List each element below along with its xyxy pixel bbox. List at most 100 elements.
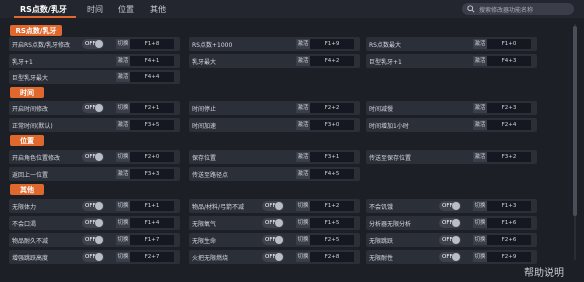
tab-time[interactable]: 时间 — [87, 4, 103, 15]
hotkey-field[interactable]: F1+1 — [130, 201, 174, 211]
action-button[interactable]: 激活 — [473, 120, 487, 130]
hotkey-field[interactable]: F2+8 — [310, 252, 354, 262]
action-button[interactable]: 切换 — [296, 201, 310, 211]
tab-position[interactable]: 位置 — [118, 4, 134, 15]
hotkey-field[interactable]: F3+3 — [130, 169, 174, 179]
hotkey-field[interactable]: F3+5 — [130, 120, 174, 130]
cheat-toggle[interactable]: OFF — [82, 201, 104, 211]
hotkey-field[interactable]: F1+2 — [310, 201, 354, 211]
hotkey-field[interactable]: F1+7 — [130, 235, 174, 245]
action-button[interactable]: 切换 — [116, 201, 130, 211]
action-button[interactable]: 切换 — [296, 252, 310, 262]
action-button[interactable]: 激活 — [296, 103, 310, 113]
toggle-knob — [95, 40, 103, 48]
hotkey-field[interactable]: F2+5 — [310, 235, 354, 245]
section-header-other: 其他 — [10, 184, 44, 195]
hotkey-field[interactable]: F2+2 — [310, 103, 354, 113]
cheat-toggle[interactable]: OFF — [82, 218, 104, 228]
action-button[interactable]: 激活 — [296, 56, 310, 66]
action-button[interactable]: 切换 — [116, 235, 130, 245]
cheat-toggle[interactable]: OFF — [82, 235, 104, 245]
cheat-row-rs-max: RS点数最大 激活 F1+0 — [366, 37, 537, 51]
hotkey-field[interactable]: F1+4 — [130, 218, 174, 228]
cheat-row-no-thirst: 不会口渴 OFF 切换 F1+4 — [9, 216, 180, 230]
cheat-label: 分析器无限分析 — [369, 221, 412, 228]
cheat-toggle[interactable]: OFF — [262, 252, 284, 262]
cheat-row-time-fast: 时间加速 激活 F3+0 — [189, 118, 360, 132]
hotkey-field[interactable]: F4+4 — [130, 72, 174, 82]
action-button[interactable]: 激活 — [296, 39, 310, 49]
action-button[interactable]: 切换 — [116, 252, 130, 262]
action-button[interactable]: 激活 — [116, 169, 130, 179]
action-button[interactable]: 切换 — [116, 103, 130, 113]
hotkey-field[interactable]: F3+2 — [487, 152, 531, 162]
cheat-toggle[interactable]: OFF — [439, 218, 461, 228]
hotkey-field[interactable]: F2+4 — [487, 120, 531, 130]
hotkey-field[interactable]: F4+5 — [310, 169, 354, 179]
cheat-toggle[interactable]: OFF — [262, 218, 284, 228]
cheat-row-infinite-endurance: 无限耐性 OFF 切换 F2+9 — [366, 250, 537, 264]
cheat-label: 无限氧气 — [192, 221, 217, 228]
hotkey-field[interactable]: F2+1 — [130, 103, 174, 113]
hotkey-field[interactable]: F3+0 — [310, 120, 354, 130]
hotkey-field[interactable]: F2+6 — [487, 235, 531, 245]
action-button[interactable]: 激活 — [473, 56, 487, 66]
action-button[interactable]: 切换 — [296, 218, 310, 228]
hotkey-field[interactable]: F4+2 — [310, 56, 354, 66]
action-button[interactable]: 激活 — [473, 103, 487, 113]
action-button[interactable]: 切换 — [116, 39, 130, 49]
help-link[interactable]: 帮助说明 — [524, 264, 564, 279]
tab-rs-points[interactable]: RS点数/乳牙 — [20, 4, 67, 15]
hotkey-field[interactable]: F1+6 — [487, 218, 531, 228]
cheat-toggle[interactable]: OFF — [439, 252, 461, 262]
hotkey-field[interactable]: F1+0 — [487, 39, 531, 49]
cheat-row-infinite-health: 无限生命 OFF 切换 F2+5 — [189, 233, 360, 247]
hotkey-field[interactable]: F4+3 — [487, 56, 531, 66]
toggle-knob — [275, 236, 283, 244]
cheat-toggle[interactable]: OFF — [262, 235, 284, 245]
cheat-toggle[interactable]: OFF — [82, 39, 104, 49]
cheat-label: RS点数最大 — [369, 42, 401, 49]
cheat-label: 开启时间修改 — [12, 106, 49, 113]
action-button[interactable]: 激活 — [116, 72, 130, 82]
hotkey-field[interactable]: F2+0 — [130, 152, 174, 162]
hotkey-field[interactable]: F1+9 — [310, 39, 354, 49]
cheat-toggle[interactable]: OFF — [439, 235, 461, 245]
action-button[interactable]: 切换 — [116, 218, 130, 228]
action-button[interactable]: 激活 — [296, 169, 310, 179]
action-button[interactable]: 激活 — [296, 120, 310, 130]
cheat-row-infinite-jump: 无限跳跃 OFF 切换 F2+6 — [366, 233, 537, 247]
action-button[interactable]: 激活 — [116, 120, 130, 130]
hotkey-field[interactable]: F4+1 — [130, 56, 174, 66]
tab-other[interactable]: 其他 — [150, 4, 166, 15]
search-input[interactable]: 搜索修改器功能名称 — [462, 3, 574, 15]
hotkey-field[interactable]: F1+8 — [130, 39, 174, 49]
action-button[interactable]: 激活 — [473, 39, 487, 49]
action-button[interactable]: 切换 — [296, 235, 310, 245]
cheat-row-enable-rs: 开启RS点数/乳牙修改 OFF 切换 F1+8 — [9, 37, 180, 51]
hotkey-field[interactable]: F3+1 — [310, 152, 354, 162]
cheat-toggle[interactable]: OFF — [262, 201, 284, 211]
cheat-toggle[interactable]: OFF — [82, 152, 104, 162]
action-button[interactable]: 切换 — [473, 201, 487, 211]
action-button[interactable]: 切换 — [473, 235, 487, 245]
action-button[interactable]: 激活 — [296, 152, 310, 162]
cheat-toggle[interactable]: OFF — [82, 252, 104, 262]
scrollbar-thumb[interactable] — [573, 26, 577, 216]
action-button[interactable]: 激活 — [473, 152, 487, 162]
cheat-row-enable-time: 开启时间修改 OFF 切换 F2+1 — [9, 101, 180, 115]
action-button[interactable]: 切换 — [473, 218, 487, 228]
cheat-row-no-hunger: 不会饥饿 OFF 切换 F1+3 — [366, 199, 537, 213]
hotkey-field[interactable]: F1+5 — [310, 218, 354, 228]
hotkey-field[interactable]: F2+9 — [487, 252, 531, 262]
cheat-toggle[interactable]: OFF — [439, 201, 461, 211]
cheat-toggle[interactable]: OFF — [82, 103, 104, 113]
hotkey-field[interactable]: F2+7 — [130, 252, 174, 262]
action-button[interactable]: 切换 — [473, 252, 487, 262]
cheat-label: 增强跳跃高度 — [12, 255, 49, 262]
action-button[interactable]: 激活 — [116, 56, 130, 66]
cheat-row-rs-plus-1000: RS点数+1000 激活 F1+9 — [189, 37, 360, 51]
hotkey-field[interactable]: F1+3 — [487, 201, 531, 211]
action-button[interactable]: 切换 — [116, 152, 130, 162]
hotkey-field[interactable]: F2+3 — [487, 103, 531, 113]
